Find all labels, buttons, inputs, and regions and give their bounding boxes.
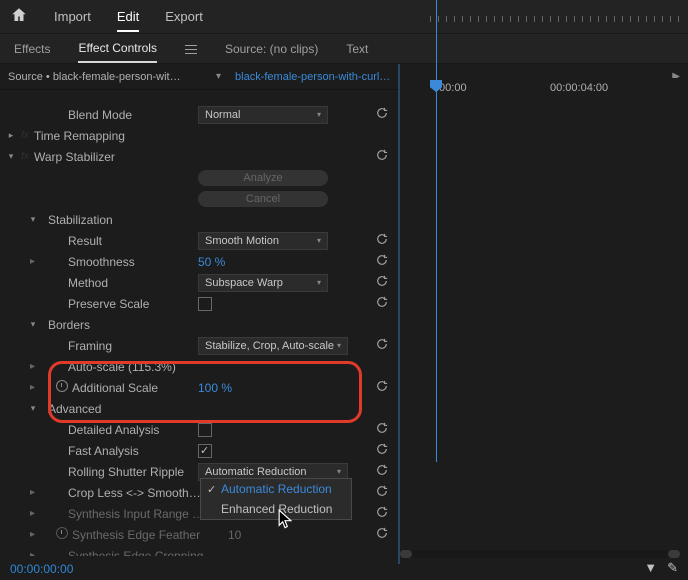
playhead-line [436, 0, 437, 462]
framing-label: Framing [6, 339, 112, 353]
stopwatch-icon[interactable] [56, 380, 68, 395]
warp-reset[interactable] [374, 149, 390, 164]
smoothness-reset[interactable] [374, 254, 390, 269]
rolling-shutter-label: Rolling Shutter Ripple [6, 465, 184, 479]
timeline-ruler[interactable]: :00:00 00:00:04:00 [400, 78, 688, 102]
crop-less-label: Crop Less <-> Smooth… [6, 486, 201, 500]
framing-select[interactable]: Stabilize, Crop, Auto-scale▾ [198, 337, 348, 355]
synthesis-feather-label: Synthesis Edge Feather [72, 528, 200, 542]
smoothness-value[interactable]: 50 % [198, 255, 225, 269]
panel-divider[interactable] [398, 64, 400, 564]
rolling-shutter-reset[interactable] [374, 464, 390, 479]
time-remapping-label[interactable]: Time Remapping [34, 129, 125, 143]
fx-badge: fx [16, 151, 34, 162]
ruler-ticks [430, 16, 680, 22]
prev-keyframe-icon[interactable]: ▸ [30, 550, 35, 556]
method-reset[interactable] [374, 275, 390, 290]
source-clip-label: Source • black-female-person-wit… [8, 71, 208, 83]
twirl-icon[interactable]: ▾ [28, 319, 38, 330]
borders-header: Borders [48, 318, 90, 332]
prev-keyframe-icon[interactable]: ▸ [30, 256, 35, 267]
tab-edit[interactable]: Edit [117, 1, 139, 32]
preserve-scale-reset[interactable] [374, 296, 390, 311]
subtab-source[interactable]: Source: (no clips) [225, 36, 318, 62]
preserve-scale-checkbox[interactable] [198, 297, 212, 311]
prev-keyframe-icon[interactable]: ▸ [30, 361, 35, 372]
result-label: Result [6, 234, 102, 248]
detailed-analysis-checkbox[interactable] [198, 423, 212, 437]
prev-keyframe-icon[interactable]: ▸ [30, 382, 35, 393]
synthesis-range-label: Synthesis Input Range … [6, 507, 204, 521]
tab-export[interactable]: Export [165, 1, 203, 32]
chevron-down-icon[interactable]: ▾ [216, 71, 221, 82]
blend-mode-reset[interactable] [374, 107, 390, 122]
synthesis-crop-label: Synthesis Edge Cropping [6, 549, 203, 557]
sequence-link[interactable]: black-female-person-with-curl… [235, 71, 390, 83]
rolling-shutter-dropdown[interactable]: ✓Automatic Reduction Enhanced Reduction [200, 478, 352, 520]
synthesis-feather-value[interactable]: 10 [228, 528, 241, 542]
twirl-icon[interactable]: ▾ [28, 403, 38, 414]
timecode[interactable]: 00:00:00:00 [10, 562, 73, 576]
twirl-icon[interactable]: ▾ [28, 214, 38, 225]
additional-scale-value[interactable]: 100 % [198, 381, 232, 395]
panel-menu-icon[interactable] [185, 44, 197, 54]
method-label: Method [6, 276, 108, 290]
blend-mode-label: Blend Mode [6, 108, 132, 122]
smoothness-label: Smoothness [6, 255, 135, 269]
prev-keyframe-icon[interactable]: ▸ [30, 529, 35, 540]
subtab-effects[interactable]: Effects [14, 36, 50, 62]
cursor-icon [278, 509, 292, 527]
prev-keyframe-icon[interactable]: ▸ [30, 487, 35, 498]
additional-scale-label: Additional Scale [72, 381, 158, 395]
advanced-header: Advanced [48, 402, 101, 416]
result-reset[interactable] [374, 233, 390, 248]
subtab-text[interactable]: Text [346, 36, 368, 62]
detailed-analysis-reset[interactable] [374, 422, 390, 437]
fx-badge: fx [16, 130, 34, 141]
detailed-analysis-label: Detailed Analysis [6, 423, 159, 437]
subtab-effect-controls[interactable]: Effect Controls [78, 35, 156, 63]
method-select[interactable]: Subspace Warp▾ [198, 274, 328, 292]
synthesis-range-reset[interactable] [374, 506, 390, 521]
cancel-button[interactable]: Cancel [198, 191, 328, 207]
analyze-button[interactable]: Analyze [198, 170, 328, 186]
stopwatch-icon[interactable] [56, 527, 68, 542]
dropdown-option-automatic[interactable]: ✓Automatic Reduction [201, 479, 351, 499]
scrollbar-thumb-left[interactable] [400, 550, 412, 558]
fast-analysis-reset[interactable] [374, 443, 390, 458]
framing-reset[interactable] [374, 338, 390, 353]
twirl-icon[interactable]: ▸ [6, 130, 16, 141]
tab-import[interactable]: Import [54, 1, 91, 32]
crop-less-reset[interactable] [374, 485, 390, 500]
time-tick-1: 00:00:04:00 [550, 82, 608, 94]
additional-scale-reset[interactable] [374, 380, 390, 395]
warp-stabilizer-label[interactable]: Warp Stabilizer [34, 150, 115, 164]
result-select[interactable]: Smooth Motion▾ [198, 232, 328, 250]
prev-keyframe-icon[interactable]: ▸ [30, 508, 35, 519]
synthesis-feather-reset[interactable] [374, 527, 390, 542]
fast-analysis-label: Fast Analysis [6, 444, 139, 458]
preserve-scale-label: Preserve Scale [6, 297, 149, 311]
twirl-icon[interactable]: ▾ [6, 151, 16, 162]
stabilization-header: Stabilization [48, 213, 113, 227]
tools-icon[interactable]: ✎ [667, 560, 678, 576]
timeline-scrollbar[interactable] [400, 550, 680, 558]
filter-icon[interactable]: ▼ [644, 560, 657, 576]
home-icon[interactable] [10, 6, 28, 27]
dropdown-option-enhanced[interactable]: Enhanced Reduction [201, 499, 351, 519]
scrollbar-thumb-right[interactable] [668, 550, 680, 558]
fast-analysis-checkbox[interactable] [198, 444, 212, 458]
blend-mode-select[interactable]: Normal▾ [198, 106, 328, 124]
